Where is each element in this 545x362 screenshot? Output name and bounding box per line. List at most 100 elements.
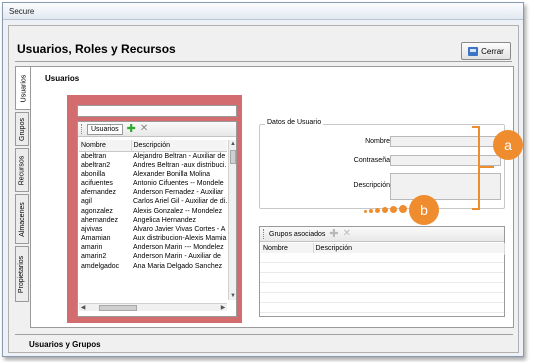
callout-a-badge: a xyxy=(493,130,523,160)
scroll-up-icon[interactable]: ▲ xyxy=(229,140,237,148)
cell-nombre: amdelgadoc xyxy=(81,262,120,270)
cell-nombre: abeltran2 xyxy=(81,161,111,169)
cell-descripcion: Andres Beltran -aux distribuci... xyxy=(133,161,227,169)
users-table-wrap: Nombre Descripción abeltran Alejandro Bel… xyxy=(79,140,227,300)
table-row[interactable]: amarin2 Anderson Marin - Auxiliar de xyxy=(79,252,227,261)
tab-grupos-label: Grupos xyxy=(18,117,26,141)
groups-label: Grupos asociados xyxy=(269,230,326,238)
cell-nombre: ajvivas xyxy=(81,225,103,233)
table-row[interactable]: ahernandez Angelica Hernandez xyxy=(79,216,227,225)
tab-almacenes[interactable]: Almacenes xyxy=(15,194,29,244)
vertical-scroll-thumb[interactable] xyxy=(230,150,236,164)
cell-descripcion: Alejandro Beltran - Auxiliar de xyxy=(133,152,226,160)
close-button[interactable]: Cerrar xyxy=(461,42,511,60)
callout-a-bracket xyxy=(472,126,480,210)
delete-icon[interactable]: ✕ xyxy=(140,124,148,134)
table-row[interactable]: abeltran Alejandro Beltran - Auxiliar de xyxy=(79,151,227,161)
callout-b-dot xyxy=(375,208,380,213)
callout-b-badge: b xyxy=(409,195,439,225)
tab-recursos-label: Recursos xyxy=(18,155,26,185)
cell-descripcion: Alexis Gonzalez -- Mondelez xyxy=(133,207,223,215)
users-horizontal-scrollbar[interactable]: ◀ ▶ xyxy=(79,303,227,311)
header-divider xyxy=(15,61,512,62)
vertical-tab-strip: Usuarios Grupos Recursos Almacenes Propi… xyxy=(15,66,31,326)
users-tab-label: Usuarios xyxy=(87,123,123,135)
cell-nombre: amarin2 xyxy=(81,253,107,261)
tab-grupos[interactable]: Grupos xyxy=(15,112,29,146)
cell-nombre: agil xyxy=(81,198,92,206)
contrasena-field[interactable] xyxy=(390,155,501,166)
add-icon[interactable]: ✚ xyxy=(329,229,338,240)
users-panel: Usuarios Usuarios ✚ ✕ Nombre Descripción… xyxy=(30,66,514,328)
cell-nombre: afernandez xyxy=(81,189,117,197)
nombre-field[interactable] xyxy=(390,136,501,147)
cell-descripcion: Antonio Cifuentes -- Mondele xyxy=(133,179,224,187)
toolstrip-grip xyxy=(81,124,83,134)
tab-usuarios[interactable]: Usuarios xyxy=(15,66,31,110)
delete-icon[interactable]: ✕ xyxy=(343,229,351,239)
cell-descripcion: Alvaro Javier Vivas Cortes - A xyxy=(133,225,226,233)
column-header-descripcion[interactable]: Descripción xyxy=(131,140,227,152)
contrasena-label: Contraseña xyxy=(353,157,390,164)
horizontal-scroll-thumb[interactable] xyxy=(99,305,137,311)
users-table: Nombre Descripción abeltran Alejandro Bel… xyxy=(79,140,227,271)
table-row[interactable]: afernandez Anderson Fernadez - Auxiliar xyxy=(79,188,227,197)
scroll-left-icon[interactable]: ◀ xyxy=(79,304,87,312)
window-title: Secure xyxy=(3,3,523,20)
cell-descripcion: Alexander Bonilla Molina xyxy=(133,170,211,178)
user-data-group: Datos de Usuario Nombre Contraseña Descr… xyxy=(259,119,505,209)
callout-b-dot xyxy=(364,210,367,213)
cell-descripcion: Aux distribucion-Alexis Mamia xyxy=(133,235,227,243)
scroll-down-icon[interactable]: ▼ xyxy=(229,292,237,300)
users-vertical-scrollbar[interactable]: ▲ ▼ xyxy=(228,140,236,300)
table-row[interactable]: ajvivas Alvaro Javier Vivas Cortes - A xyxy=(79,225,227,234)
tab-propietarios-label: Propietarios xyxy=(18,255,26,293)
close-door-icon xyxy=(468,46,479,56)
toolstrip-grip xyxy=(263,229,265,239)
app-window: Secure Usuarios, Roles y Recursos Cerrar… xyxy=(2,2,524,357)
column-header-nombre[interactable]: Nombre xyxy=(79,140,132,152)
user-data-legend: Datos de Usuario xyxy=(265,119,324,126)
cell-descripcion: Angelica Hernandez xyxy=(133,216,197,224)
groups-grid: Grupos asociados ✚ ✕ Nombre Descripción xyxy=(259,226,505,317)
user-search-input[interactable] xyxy=(77,105,237,117)
close-button-label: Cerrar xyxy=(481,46,504,56)
tab-propietarios[interactable]: Propietarios xyxy=(15,246,29,302)
tab-recursos[interactable]: Recursos xyxy=(15,148,29,192)
table-row[interactable]: acifuentes Antonio Cifuentes -- Mondele xyxy=(79,179,227,188)
cell-nombre: abonilla xyxy=(81,170,106,178)
cell-descripcion: Ana Maria Delgado Sanchez xyxy=(133,262,223,270)
table-row[interactable]: abonilla Alexander Bonilla Molina xyxy=(79,170,227,179)
cell-nombre: amarin xyxy=(81,244,103,252)
table-row[interactable]: agonzalez Alexis Gonzalez -- Mondelez xyxy=(79,206,227,215)
table-row[interactable]: amdelgadoc Ana Maria Delgado Sanchez xyxy=(79,262,227,271)
nombre-label: Nombre xyxy=(365,138,390,145)
tab-almacenes-label: Almacenes xyxy=(18,201,26,237)
cell-nombre: acifuentes xyxy=(81,179,113,187)
callout-b-dot xyxy=(382,207,388,213)
table-row[interactable]: abeltran2 Andres Beltran -aux distribuci.… xyxy=(79,161,227,170)
cell-descripcion: Anderson Marin - Auxiliar de xyxy=(133,253,221,261)
callout-b-dot xyxy=(369,209,373,213)
table-row[interactable]: amarin Anderson Marin --- Mondelez xyxy=(79,243,227,252)
callout-b-dot xyxy=(390,206,397,213)
scroll-right-icon[interactable]: ▶ xyxy=(219,304,227,312)
callout-a-connector xyxy=(480,166,494,168)
cell-nombre: abeltran xyxy=(81,152,107,160)
cell-descripcion: Anderson Marin --- Mondelez xyxy=(133,244,224,252)
tab-usuarios-label: Usuarios xyxy=(20,74,27,102)
table-row[interactable]: agil Carlos Ariel Gil - Auxiliar de di... xyxy=(79,197,227,206)
table-row[interactable]: Amamian Aux distribucion-Alexis Mamia xyxy=(79,234,227,243)
groups-empty-rows xyxy=(260,253,504,316)
groups-toolstrip: Grupos asociados ✚ ✕ xyxy=(260,227,504,242)
cell-nombre: Amamian xyxy=(81,235,111,243)
users-grid: Usuarios ✚ ✕ Nombre Descripción abeltran… xyxy=(77,121,237,317)
status-bar: Usuarios y Grupos xyxy=(15,334,513,349)
descripcion-field[interactable] xyxy=(390,173,501,200)
descripcion-label: Descripción xyxy=(353,182,390,189)
add-icon[interactable]: ✚ xyxy=(127,124,136,135)
cell-descripcion: Carlos Ariel Gil - Auxiliar de di... xyxy=(133,198,227,206)
panel-title: Usuarios xyxy=(45,74,80,83)
callout-b-dot xyxy=(399,205,407,213)
users-table-header: Nombre Descripción xyxy=(79,140,227,152)
